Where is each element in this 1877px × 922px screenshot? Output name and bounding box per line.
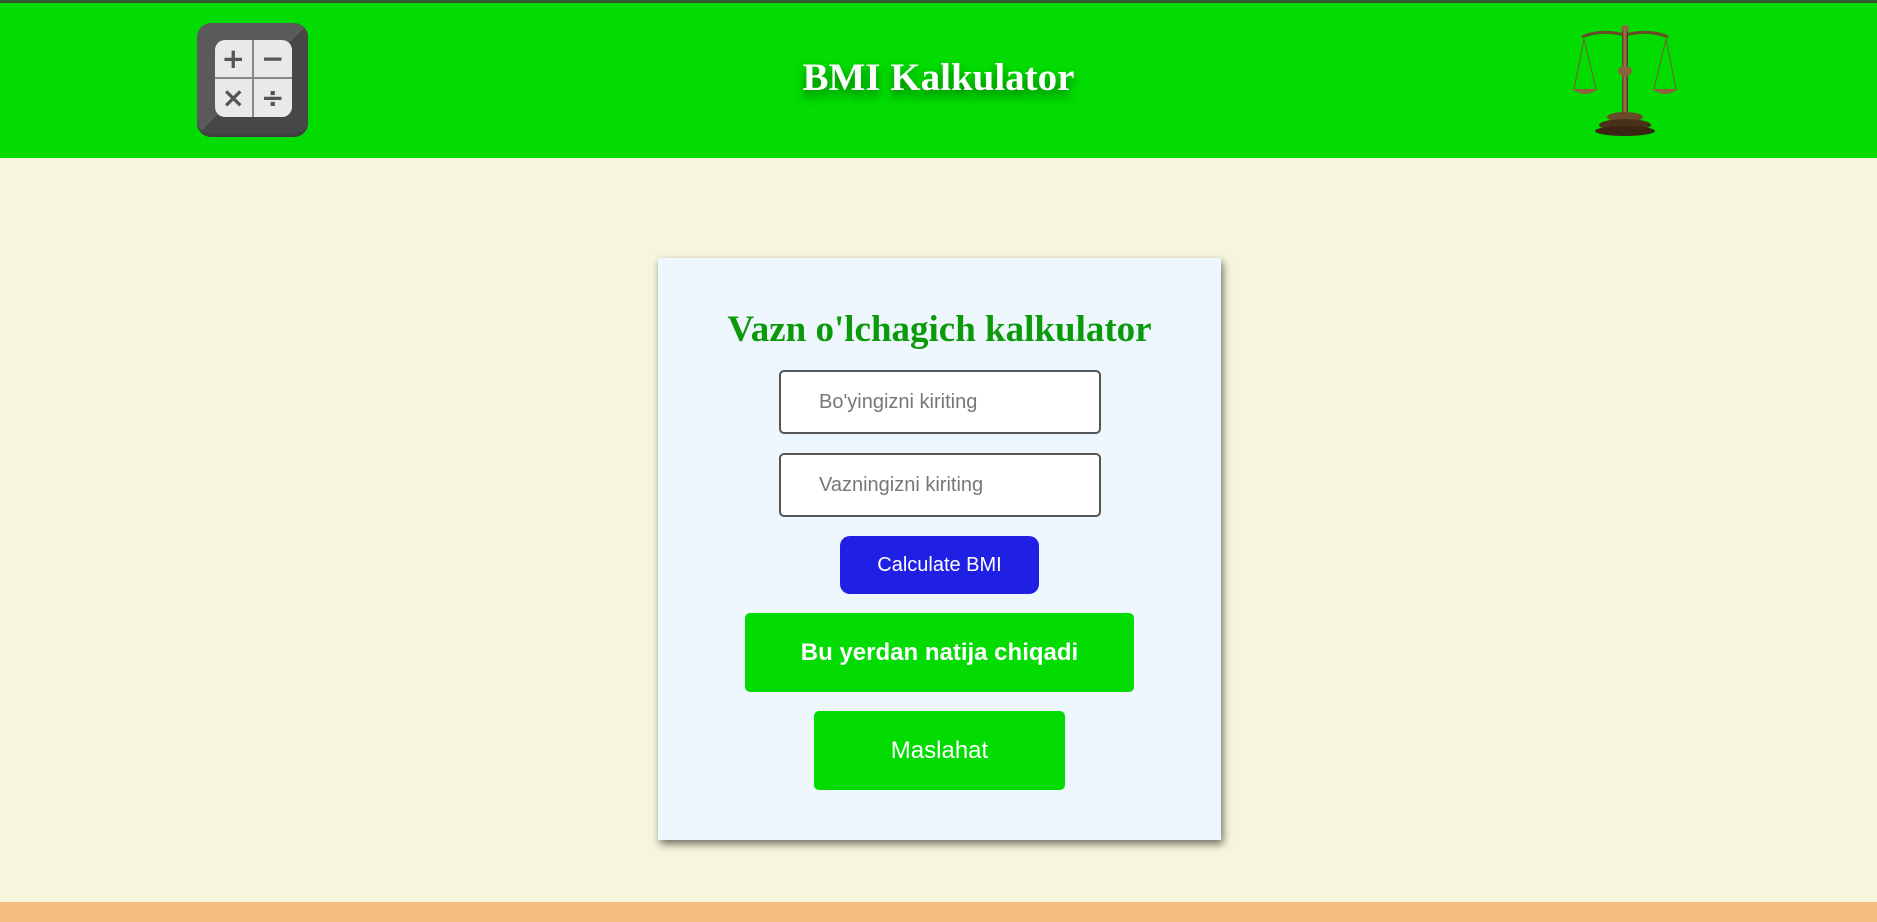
form-title: Vazn o'lchagich kalkulator [727, 309, 1152, 350]
advice-button[interactable]: Maslahat [814, 711, 1065, 790]
result-display: Bu yerdan natija chiqadi [745, 613, 1134, 692]
bmi-form-card: Vazn o'lchagich kalkulator Calculate BMI… [658, 258, 1221, 840]
page-footer [0, 902, 1877, 922]
scales-icon [1572, 25, 1678, 136]
calculate-bmi-button[interactable]: Calculate BMI [840, 536, 1039, 594]
height-input[interactable] [779, 370, 1101, 434]
site-header: + − × ÷ BMI Kalkulator [0, 3, 1877, 158]
weight-input[interactable] [779, 453, 1101, 517]
